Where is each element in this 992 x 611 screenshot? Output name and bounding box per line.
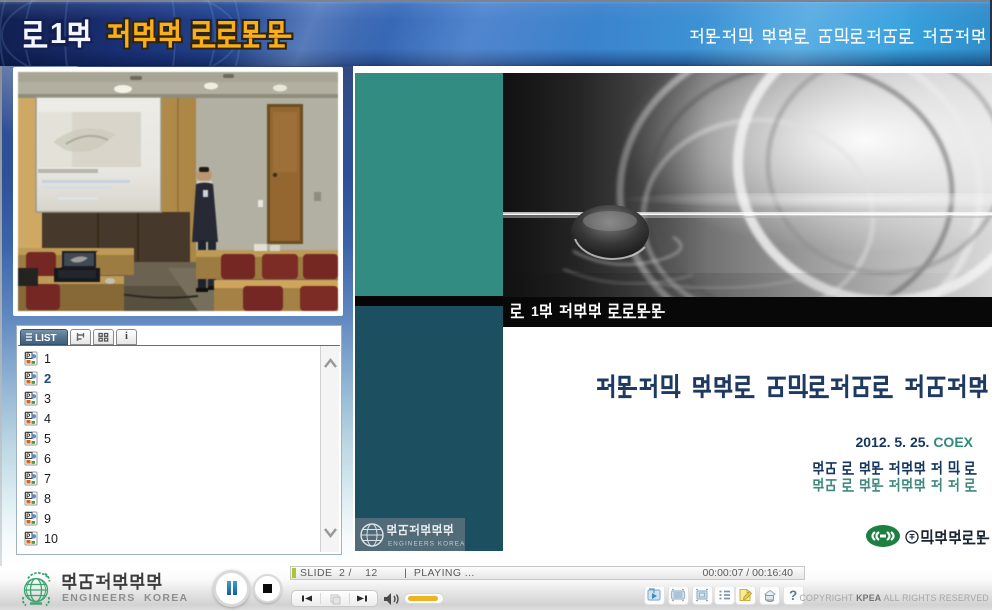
svg-text:7: 7: [44, 472, 51, 486]
svg-text:4: 4: [44, 412, 51, 426]
svg-text:10: 10: [44, 532, 58, 546]
svg-text:2: 2: [44, 371, 51, 386]
svg-text:5: 5: [44, 432, 51, 446]
svg-text:1: 1: [531, 303, 539, 319]
svg-text:P: P: [26, 474, 30, 480]
svg-text:1: 1: [44, 352, 51, 366]
svg-text:P: P: [26, 394, 30, 400]
svg-text:3: 3: [44, 392, 51, 406]
svg-text:P: P: [26, 434, 30, 440]
svg-text:P: P: [26, 454, 30, 460]
svg-text:P: P: [26, 534, 30, 540]
svg-text:P: P: [26, 514, 30, 520]
svg-text:6: 6: [44, 452, 51, 466]
svg-text:P: P: [26, 414, 30, 420]
svg-text:ENGINEERS KOREA: ENGINEERS KOREA: [388, 541, 465, 548]
svg-text:?: ?: [789, 588, 797, 603]
svg-text:P: P: [26, 494, 30, 500]
svg-text:8: 8: [44, 492, 51, 506]
svg-text:1: 1: [50, 18, 66, 50]
svg-text:LIST: LIST: [35, 333, 57, 344]
svg-text:9: 9: [44, 512, 51, 526]
svg-text:P: P: [26, 374, 30, 380]
svg-text:P: P: [26, 354, 30, 360]
